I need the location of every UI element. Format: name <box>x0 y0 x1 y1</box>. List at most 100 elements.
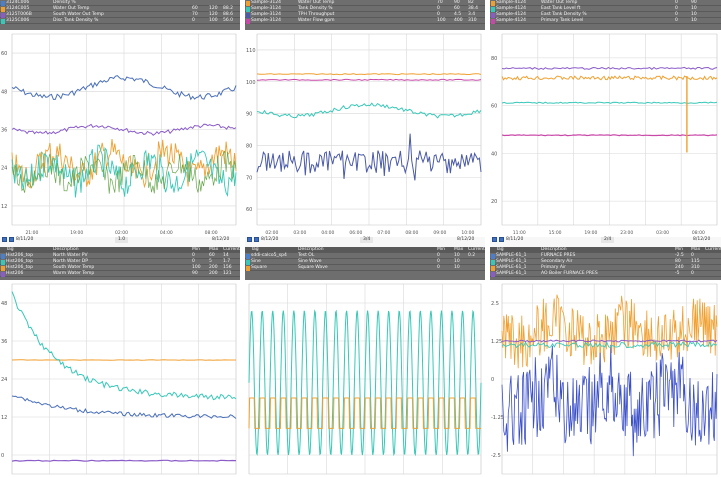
legend-max: 10 <box>691 18 697 23</box>
legend-current: 121 <box>223 271 232 276</box>
scroll-back-icon[interactable] <box>492 237 497 242</box>
trend-series-line <box>11 459 237 462</box>
trend-chart-svg: 2.5 1.25 0 -1.25 -2.5 <box>491 283 718 475</box>
series-color-swatch <box>1 0 5 6</box>
trend-series-line <box>248 397 481 429</box>
series-color-swatch <box>1 271 5 277</box>
zoom-level[interactable]: 1.0 <box>115 237 129 243</box>
x-tick-label: 15:00 <box>549 230 562 236</box>
legend-row[interactable]: Sample-4124 Primary Tank Level 0 10 <box>490 18 721 24</box>
legend-row[interactable]: Square Square Wave 0 10 <box>245 265 485 271</box>
legend-description: Warm Water Temp <box>53 271 95 276</box>
time-range-end: 8/12/20 <box>693 237 711 242</box>
plot-area[interactable]: 110 100 90 80 70 60 02:00 03:00 04:00 06:00 07:00 0… <box>245 30 485 237</box>
x-tick-label: 11:00 <box>513 230 526 236</box>
x-tick-label: 07:00 <box>377 230 390 236</box>
trend-series-line <box>501 344 718 457</box>
trend-panel-3: Sample-4124 Water Out Temp 0 90 Sample-4124 E… <box>490 0 721 247</box>
x-tick-label: 04:00 <box>321 230 334 236</box>
x-tick-label: 19:00 <box>70 230 83 236</box>
legend-row[interactable]: 3125C006 Disc Tank Density % 0 100 56.0 <box>0 18 240 24</box>
plot-area[interactable]: 80 60 40 20 11:00 15:00 19:00 23:00 03:00 08:00 <box>490 30 721 237</box>
x-tick-label: 02:00 <box>265 230 278 236</box>
y-tick-label: 40 <box>491 151 497 157</box>
trend-chart-svg: 48 36 24 12 0 <box>1 283 237 475</box>
y-tick-label: -1.25 <box>491 415 504 421</box>
legend-max: 200 <box>209 271 218 276</box>
legend-table: Tag Description Min Max Current Hist206_top No… <box>0 247 240 280</box>
plot-area[interactable]: 2.5 1.25 0 -1.25 -2.5 <box>490 280 721 477</box>
time-navigation-bar: 8/12/20 3/4 8/12/20 <box>245 237 485 247</box>
series-color-swatch <box>491 6 495 12</box>
y-tick-label: 20 <box>491 199 497 205</box>
x-tick-label: 06:00 <box>349 230 362 236</box>
trend-panel-2: Sample-3124 Water Out Temp 70 90 82 Sample-31… <box>245 0 485 247</box>
time-navigation-bar: 8/11/20 1.0 8/12/20 <box>0 237 240 247</box>
legend-min: 0 <box>675 18 678 23</box>
series-color-swatch <box>491 271 495 277</box>
series-color-swatch <box>246 0 250 6</box>
trend-series-line <box>256 78 482 81</box>
series-color-swatch <box>246 12 250 18</box>
y-tick-label: 60 <box>491 104 497 110</box>
x-tick-label: 04:00 <box>160 230 173 236</box>
zoom-level[interactable]: 3/4 <box>360 237 374 243</box>
series-color-swatch <box>246 259 250 265</box>
legend-row[interactable]: Hist206 Warm Water Temp 90 200 121 <box>0 271 240 277</box>
plot-area[interactable]: 48 36 24 12 0 <box>0 280 240 477</box>
plot-area[interactable] <box>245 280 485 477</box>
zoom-level[interactable]: 2/4 <box>601 237 615 243</box>
x-tick-label: 21:00 <box>25 230 38 236</box>
legend-description: Primary Tank Level <box>541 18 584 23</box>
legend-description: Disc Tank Density % <box>53 18 99 23</box>
x-tick-label: 08:00 <box>692 230 705 236</box>
plot-area[interactable]: 60 48 36 24 12 21:00 19:00 02:00 04:00 08:00 <box>0 30 240 237</box>
y-tick-label: 60 <box>1 51 7 57</box>
y-tick-label: 70 <box>246 175 252 181</box>
x-tick-label: 23:00 <box>620 230 633 236</box>
legend-row[interactable]: SAMPLE-61_1 AO Boiler FURNACE PRES -5 0 <box>490 271 721 277</box>
legend-min: 0 <box>437 265 440 270</box>
scroll-forward-icon[interactable] <box>499 237 504 242</box>
x-tick-label: 19:00 <box>584 230 597 236</box>
series-color-swatch <box>491 12 495 18</box>
legend-description: Water Flow gpm <box>298 18 335 23</box>
y-tick-label: 0 <box>491 377 494 383</box>
scroll-forward-icon[interactable] <box>254 237 259 242</box>
x-tick-label: 08:00 <box>405 230 418 236</box>
legend-tag: SAMPLE-61_1 <box>496 271 527 276</box>
trend-panel-6: Tag Description Min Max Current SAMPLE-61_1 FU… <box>490 247 721 477</box>
trend-panel-1: 3124C006 Density % 3124C005 Water Out Temp 6… <box>0 0 240 247</box>
series-color-swatch <box>491 253 495 259</box>
y-tick-label: 2.5 <box>491 301 499 307</box>
trend-series-line <box>501 341 718 349</box>
series-color-swatch <box>246 265 250 271</box>
time-range-end: 8/12/20 <box>457 237 475 242</box>
x-tick-label: 02:00 <box>115 230 128 236</box>
legend-max: 100 <box>209 18 218 23</box>
y-tick-label: 36 <box>1 128 7 134</box>
scroll-back-icon[interactable] <box>2 237 7 242</box>
series-color-swatch <box>491 259 495 265</box>
time-range-end: 8/12/20 <box>212 237 230 242</box>
legend-tag: 3125C006 <box>6 18 30 23</box>
legend-min: 0 <box>192 18 195 23</box>
y-tick-label: 1.25 <box>491 339 502 345</box>
x-tick-label: 10:00 <box>461 230 474 236</box>
y-tick-label: 36 <box>1 339 7 345</box>
legend-tag: Sample-3124 <box>251 18 281 23</box>
legend-min: -5 <box>675 271 680 276</box>
scroll-forward-icon[interactable] <box>9 237 14 242</box>
trend-series-line <box>501 134 718 137</box>
y-tick-label: 24 <box>1 377 7 383</box>
trend-panel-5: Tag Description Min Max Current sddi-calco5_s… <box>245 247 485 477</box>
series-color-swatch <box>246 18 250 24</box>
legend-max: 0 <box>691 271 694 276</box>
time-range-start: 8/11/20 <box>506 237 524 242</box>
x-tick-label: 09:00 <box>433 230 446 236</box>
series-color-swatch <box>1 6 5 12</box>
legend-row[interactable]: Sample-3124 Water Flow gpm 100 400 310 <box>245 18 485 24</box>
scroll-back-icon[interactable] <box>247 237 252 242</box>
legend-max: 400 <box>454 18 463 23</box>
y-tick-label: 110 <box>246 48 256 54</box>
